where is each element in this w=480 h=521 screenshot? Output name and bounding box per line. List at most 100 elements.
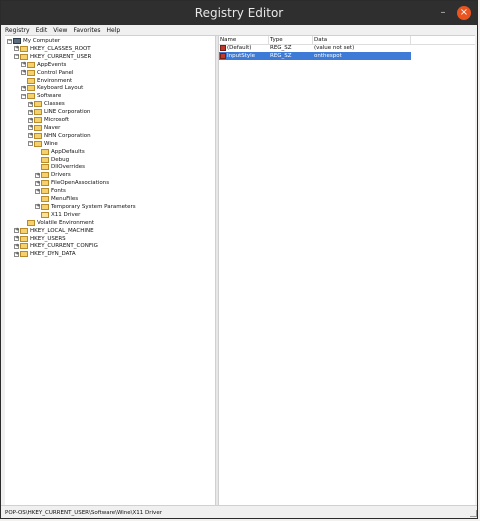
tree-node-label: Microsoft — [44, 117, 70, 123]
expand-icon[interactable]: + — [14, 228, 19, 234]
resize-grip-icon[interactable] — [470, 510, 477, 517]
tree-node[interactable]: X11 Driver — [35, 211, 210, 219]
folder-icon — [41, 188, 49, 195]
expand-icon[interactable]: + — [14, 236, 19, 241]
folder-icon — [41, 164, 49, 171]
expand-icon[interactable]: + — [35, 188, 40, 194]
tree-node-label: X11 Driver — [51, 211, 81, 218]
tree-node-label: Wine — [44, 140, 58, 147]
tree-node[interactable]: + LINE Corporation — [28, 108, 210, 116]
tree-node[interactable]: DllOverrides — [35, 163, 210, 171]
tree-node[interactable]: + Keyboard Layout — [21, 84, 210, 92]
tree-node-label: AppEvents — [37, 61, 67, 68]
folder-icon — [41, 180, 49, 187]
folder-icon — [34, 109, 42, 116]
folder-icon — [34, 140, 42, 147]
tree-node-label: Keyboard Layout — [37, 85, 84, 92]
folder-icon — [27, 219, 35, 226]
string-value-icon — [220, 45, 226, 51]
tree-node[interactable]: + Microsoft — [28, 116, 210, 124]
folder-icon — [34, 117, 42, 123]
tree-node[interactable]: Debug — [35, 156, 210, 164]
folder-icon — [27, 61, 35, 68]
tree-node-label: AppDefaults — [51, 148, 85, 155]
tree-node[interactable]: + AppEvents — [21, 61, 210, 69]
collapse-icon[interactable]: − — [28, 141, 33, 147]
folder-icon — [41, 172, 49, 179]
tree-node[interactable]: − Software — [21, 92, 210, 100]
expand-icon[interactable]: + — [21, 70, 26, 76]
expand-icon[interactable]: + — [28, 133, 33, 139]
folder-icon — [27, 85, 35, 92]
tree-node-label: HKEY_USERS — [30, 235, 66, 242]
value-row-inputstyle[interactable]: InputStyle REG_SZ onthespot — [219, 52, 411, 60]
tree-node-label: HKEY_LOCAL_MACHINE — [30, 227, 94, 234]
collapse-icon[interactable]: − — [14, 54, 19, 60]
column-header-name[interactable]: Name — [219, 36, 269, 44]
expand-icon[interactable]: + — [35, 172, 40, 178]
expand-icon[interactable]: + — [28, 125, 33, 131]
tree-node[interactable]: + Classes — [28, 100, 210, 108]
expand-icon[interactable]: + — [35, 180, 40, 186]
tree-node[interactable]: + Naver — [28, 124, 210, 132]
tree-node[interactable]: + FileOpenAssociations — [35, 179, 210, 187]
expand-icon[interactable]: + — [14, 46, 19, 52]
tree-node[interactable]: + HKEY_CURRENT_CONFIG — [14, 242, 210, 250]
value-data: onthespot — [314, 53, 342, 59]
tree-node[interactable]: + Temporary System Parameters — [35, 203, 210, 211]
tree-node-label: My Computer — [23, 38, 61, 44]
tree-node[interactable]: AppDefaults — [35, 148, 210, 156]
expand-icon[interactable]: + — [28, 109, 33, 115]
tree-node-label: Control Panel — [37, 69, 74, 76]
folder-icon — [20, 243, 28, 250]
column-header-type[interactable]: Type — [269, 36, 313, 44]
status-path: POP-OS\HKEY_CURRENT_USER\Software\Wine\X… — [5, 510, 162, 516]
values-list[interactable]: Name Type Data (Default) REG_SZ (value n… — [219, 36, 475, 505]
computer-icon — [13, 38, 21, 44]
tree-node[interactable]: + HKEY_DYN_DATA — [14, 250, 210, 258]
folder-icon — [41, 156, 49, 163]
expand-icon[interactable]: + — [14, 251, 19, 257]
expand-icon[interactable]: + — [14, 243, 19, 249]
tree-node[interactable]: Environment — [21, 77, 210, 85]
tree-node[interactable]: + Control Panel — [21, 69, 210, 77]
tree-node-label: Drivers — [51, 172, 71, 179]
tree-node-label: HKEY_CURRENT_CONFIG — [30, 243, 98, 250]
collapse-icon[interactable]: − — [21, 93, 26, 99]
tree-node-label: MenuFiles — [51, 196, 79, 202]
expand-icon[interactable]: + — [21, 85, 26, 91]
tree-node[interactable]: MenuFiles — [35, 195, 210, 203]
collapse-icon[interactable]: − — [7, 38, 12, 44]
expand-icon[interactable]: + — [28, 101, 33, 107]
folder-icon — [34, 124, 42, 131]
tree-node-label: FileOpenAssociations — [51, 180, 110, 187]
registry-tree[interactable]: − My Computer + HKEY_CLASSES_ROOT − HKEY_CURR… — [5, 36, 215, 505]
tree-node[interactable]: + NHN Corporation — [28, 132, 210, 140]
close-icon[interactable]: × — [457, 6, 471, 20]
expand-icon[interactable]: + — [35, 204, 40, 210]
minimize-icon[interactable]: – — [437, 7, 449, 19]
tree-node-label: Classes — [44, 101, 65, 108]
tree-node[interactable]: + Drivers — [35, 171, 210, 179]
tree-node[interactable]: Volatile Environment — [21, 219, 210, 227]
folder-icon — [20, 227, 28, 234]
tree-node[interactable]: − HKEY_CURRENT_USER — [14, 53, 210, 61]
tree-node[interactable]: − My Computer — [7, 37, 210, 45]
tree-node[interactable]: − Wine — [28, 140, 210, 148]
folder-icon — [34, 101, 42, 108]
tree-node[interactable]: + HKEY_CLASSES_ROOT — [14, 45, 210, 53]
tree-node-label: HKEY_CURRENT_USER — [30, 53, 92, 60]
tree-node[interactable]: + HKEY_USERS — [14, 235, 210, 243]
tree-node[interactable]: + HKEY_LOCAL_MACHINE — [14, 227, 210, 235]
expand-icon[interactable]: + — [21, 62, 26, 68]
tree-node-label: Environment — [37, 77, 73, 84]
value-row-default[interactable]: (Default) REG_SZ (value not set) — [219, 44, 475, 52]
expand-icon[interactable]: + — [28, 117, 33, 123]
title-bar[interactable]: Registry Editor – × — [1, 1, 477, 25]
column-header-data[interactable]: Data — [313, 36, 411, 44]
tree-node-label: HKEY_CLASSES_ROOT — [30, 45, 91, 52]
tree-node[interactable]: + Fonts — [35, 187, 210, 195]
folder-icon — [20, 53, 28, 60]
tree-node-label: DllOverrides — [51, 164, 85, 171]
folder-icon — [20, 45, 28, 52]
